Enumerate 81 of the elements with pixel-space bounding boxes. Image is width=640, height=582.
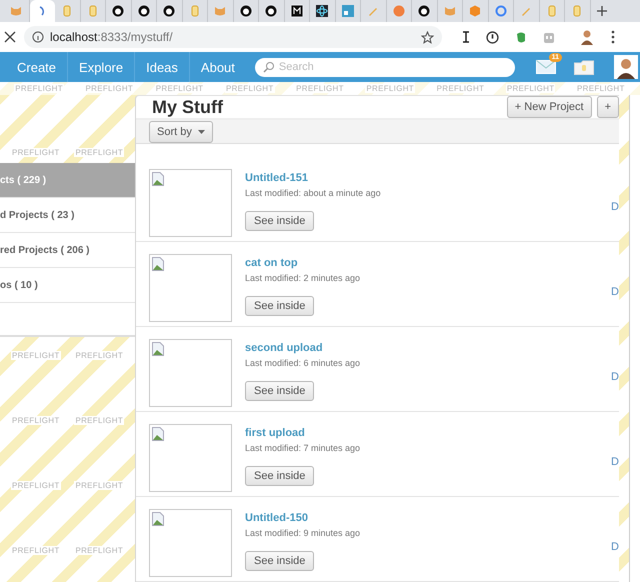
see-inside-button[interactable]: See inside: [245, 211, 314, 231]
preflight-label: PREFLIGHT: [14, 84, 64, 93]
cat-icon: [444, 5, 456, 17]
preflight-label: PREFLIGHT: [74, 481, 124, 490]
avatar-icon[interactable]: [614, 55, 638, 79]
cursor-icon[interactable]: [462, 31, 470, 43]
address-field[interactable]: localhost:8333/mystuff/: [24, 26, 442, 48]
delete-link[interactable]: D: [611, 456, 619, 468]
broken-image-icon: [152, 172, 164, 186]
preflight-label: PREFLIGHT: [10, 481, 61, 490]
preflight-label: PREFLIGHT: [74, 148, 124, 157]
search-icon: [262, 61, 275, 73]
folder-icon[interactable]: [574, 60, 594, 74]
see-inside-button[interactable]: See inside: [245, 466, 314, 486]
preflight-label: PREFLIGHT: [154, 84, 204, 93]
document-icon: [571, 5, 584, 17]
info-icon: [32, 31, 44, 43]
document-icon: [188, 5, 201, 17]
url-host: localhost: [50, 30, 98, 44]
preflight-label: PREFLIGHT: [10, 546, 61, 555]
star-icon[interactable]: [421, 30, 434, 44]
last-modified: Last modified: 6 minutes ago: [245, 358, 360, 368]
last-modified: Last modified: 7 minutes ago: [245, 443, 360, 453]
project-title[interactable]: cat on top: [245, 257, 298, 269]
new-project-button[interactable]: + New Project: [506, 96, 592, 118]
broken-image-icon: [152, 342, 164, 356]
info-icon[interactable]: [486, 30, 499, 44]
document-icon: [546, 5, 558, 17]
preflight-label: PREFLIGHT: [74, 546, 124, 555]
preflight-label: PREFLIGHT: [10, 416, 61, 425]
last-modified: Last modified: 9 minutes ago: [245, 528, 360, 538]
delete-link[interactable]: D: [611, 201, 619, 213]
cat-icon: [214, 5, 226, 17]
delete-link[interactable]: D: [611, 286, 619, 298]
preflight-label: PREFLIGHT: [506, 84, 556, 93]
document-icon: [61, 5, 74, 17]
preflight-label: PREFLIGHT: [10, 351, 61, 360]
see-inside-button[interactable]: See inside: [245, 381, 314, 401]
preflight-label: PREFLIGHT: [84, 84, 134, 93]
envelope-icon[interactable]: [536, 60, 556, 74]
url-path: :8333/mystuff/: [97, 30, 173, 44]
sort-button[interactable]: Sort by: [149, 120, 213, 143]
sidebar-item[interactable]: cts ( 229 ): [0, 163, 135, 198]
preflight-label: PREFLIGHT: [436, 84, 486, 93]
atom-icon: [316, 5, 328, 17]
see-inside-button[interactable]: See inside: [245, 551, 314, 571]
cube-icon: [469, 5, 482, 17]
search-field[interactable]: Search: [254, 58, 515, 76]
circle-icon: [392, 5, 405, 17]
caret-icon: [198, 130, 205, 134]
nav-link[interactable]: Create: [6, 52, 68, 82]
avatar-icon[interactable]: [579, 29, 595, 45]
delete-link[interactable]: D: [611, 541, 619, 553]
new-project-button[interactable]: +: [596, 96, 619, 118]
broken-image-icon: [152, 257, 164, 271]
search-input[interactable]: Search: [278, 61, 479, 73]
last-modified: Last modified: about a minute ago: [245, 188, 381, 198]
menu-icon[interactable]: [611, 30, 615, 44]
project-title[interactable]: first upload: [245, 427, 305, 439]
preflight-label: PREFLIGHT: [295, 84, 345, 93]
delete-link[interactable]: D: [611, 371, 619, 383]
broken-image-icon: [152, 512, 164, 526]
preflight-label: PREFLIGHT: [74, 351, 124, 360]
page-title: My Stuff: [152, 96, 223, 118]
preflight-label: PREFLIGHT: [10, 148, 61, 157]
preflight-label: PREFLIGHT: [576, 84, 626, 93]
see-inside-button[interactable]: See inside: [245, 296, 314, 316]
tile-icon: [342, 5, 354, 17]
square-icon: [290, 5, 303, 17]
broken-image-icon: [152, 427, 164, 441]
ring-icon: [494, 5, 507, 17]
preflight-label: PREFLIGHT: [74, 416, 124, 425]
document-icon: [86, 5, 99, 17]
last-modified: Last modified: 2 minutes ago: [245, 273, 360, 283]
project-title[interactable]: second upload: [245, 342, 323, 354]
preflight-label: PREFLIGHT: [365, 84, 415, 93]
project-title[interactable]: Untitled-150: [245, 512, 308, 524]
preflight-label: PREFLIGHT: [224, 84, 275, 93]
cat-icon: [10, 5, 22, 17]
close-icon[interactable]: [4, 31, 16, 43]
project-title[interactable]: Untitled-151: [245, 172, 308, 184]
